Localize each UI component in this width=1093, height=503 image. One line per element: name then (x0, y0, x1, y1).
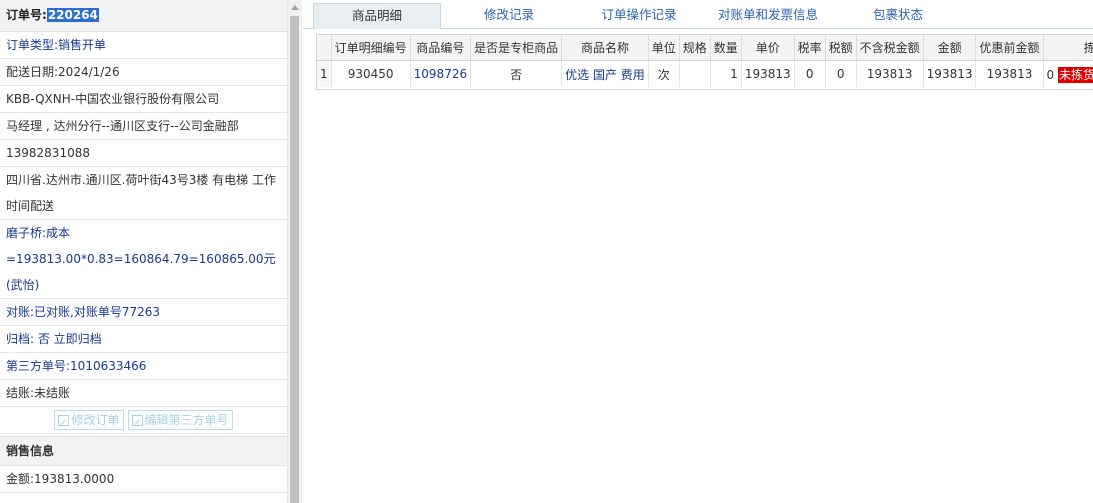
order-number-label: 订单号: (6, 8, 47, 22)
column-header[interactable]: 订单明细编号 (331, 35, 411, 61)
edit-order-label: 修改订单 (71, 413, 120, 427)
tab-product-details[interactable]: 商品明细 (313, 3, 441, 29)
tab-package-status[interactable]: 包裹状态 (843, 3, 953, 27)
detail-number-cell: 930450 (331, 60, 411, 87)
column-header[interactable]: 是否是专柜商品 (470, 35, 563, 61)
tax-cell: 0 (825, 60, 857, 87)
sales-info-header: 销售信息 (0, 436, 287, 466)
cost-info: 磨子桥:成本 =193813.00*0.83=160864.79=160865.… (0, 220, 287, 299)
reconcile-status[interactable]: 对账:已对账,对账单号77263 (0, 299, 287, 326)
table-header-row: 订单明细编号 商品编号 是否是专柜商品 商品名称 单位 规格 数量 单价 税率 … (317, 35, 1093, 61)
cost-label: 磨子桥:成本 (6, 226, 71, 240)
scroll-up-arrow-icon[interactable] (291, 5, 299, 10)
edit-icon (131, 414, 143, 426)
spec-cell (679, 60, 711, 87)
pre-discount-cell: 193813 (975, 60, 1044, 87)
column-header[interactable]: 金额 (923, 35, 977, 61)
row-number-header (317, 35, 332, 61)
row-number: 1 (317, 60, 332, 87)
tax-rate-cell: 0 (794, 60, 826, 87)
archive-status[interactable]: 归档: 否 立即归档 (0, 326, 287, 353)
column-header[interactable]: 不含税金额 (856, 35, 924, 61)
column-header[interactable]: 拣货数量 (1043, 35, 1093, 61)
third-party-number: 第三方单号:1010633466 (0, 353, 287, 380)
detail-tabs: 商品明细 修改记录 订单操作记录 对账单和发票信息 包裹状态 (303, 0, 1093, 29)
sales-amount: 金额:193813.0000 (0, 466, 287, 493)
delivery-date: 配送日期:2024/1/26 (0, 59, 287, 86)
column-header[interactable]: 优惠前金额 (975, 35, 1044, 61)
order-number-header: 订单号:220264 (0, 0, 287, 32)
edit-third-party-label: 编辑第三方单号 (144, 413, 229, 427)
delivery-address: 四川省.达州市.通川区.荷叶街43号3楼 有电梯 工作时间配送 (0, 167, 287, 220)
column-header[interactable]: 商品名称 (561, 35, 649, 61)
scrollbar-thumb[interactable] (290, 16, 299, 503)
qty-cell: 1 (710, 60, 742, 87)
column-header[interactable]: 商品编号 (410, 35, 472, 61)
column-header[interactable]: 单位 (648, 35, 680, 61)
order-type: 订单类型:销售开单 (0, 32, 287, 59)
detail-panel: 商品明细 修改记录 订单操作记录 对账单和发票信息 包裹状态 订单明细编号 商品… (303, 0, 1093, 503)
is-counter-cell: 否 (470, 60, 563, 87)
edit-third-party-button[interactable]: 编辑第三方单号 (127, 410, 233, 430)
unit-cell: 次 (648, 60, 680, 87)
price-cell: 193813 (741, 60, 795, 87)
left-panel-scrollbar[interactable] (287, 0, 302, 503)
product-table: 订单明细编号 商品编号 是否是专柜商品 商品名称 单位 规格 数量 单价 税率 … (317, 35, 1093, 87)
table-row[interactable]: 1 930450 1098726 否 优选 国产 费用 次 1 193813 0… (317, 60, 1093, 87)
phone-number: 13982831088 (0, 140, 287, 167)
contact-info: 马经理 , 达州分行--通川区支行--公司金融部 (0, 113, 287, 140)
column-header[interactable]: 数量 (710, 35, 742, 61)
column-header[interactable]: 税额 (825, 35, 857, 61)
column-header[interactable]: 规格 (679, 35, 711, 61)
column-header[interactable]: 单价 (741, 35, 795, 61)
column-header[interactable]: 税率 (794, 35, 826, 61)
customer-name: KBB-QXNH-中国农业银行股份有限公司 (0, 86, 287, 113)
edit-icon (58, 414, 70, 426)
order-number-value[interactable]: 220264 (46, 8, 99, 22)
cost-formula: =193813.00*0.83=160864.79=160865.00元(武怡) (6, 252, 276, 292)
product-name-link[interactable]: 优选 国产 费用 (561, 60, 649, 87)
tab-edit-history[interactable]: 修改记录 (449, 3, 569, 27)
edit-order-button[interactable]: 修改订单 (54, 410, 124, 430)
settle-status: 结账:未结账 (0, 380, 287, 407)
pick-qty-cell: 0 未拣货 否 否 0 不足 (1043, 60, 1093, 87)
order-info-panel: 订单号:220264 订单类型:销售开单 配送日期:2024/1/26 KBB-… (0, 0, 287, 503)
excl-tax-cell: 193813 (856, 60, 924, 87)
product-detail-grid: 订单明细编号 商品编号 是否是专柜商品 商品名称 单位 规格 数量 单价 税率 … (316, 34, 1093, 90)
tab-operation-log[interactable]: 订单操作记录 (579, 3, 699, 27)
product-number-link[interactable]: 1098726 (410, 60, 472, 87)
pick-status-badge: 未拣货 (1057, 66, 1093, 83)
tab-statement-invoice[interactable]: 对账单和发票信息 (705, 3, 831, 27)
pick-qty-value: 0 (1046, 67, 1055, 82)
amount-cell: 193813 (923, 60, 977, 87)
action-buttons: 修改订单 编辑第三方单号 (0, 407, 287, 434)
